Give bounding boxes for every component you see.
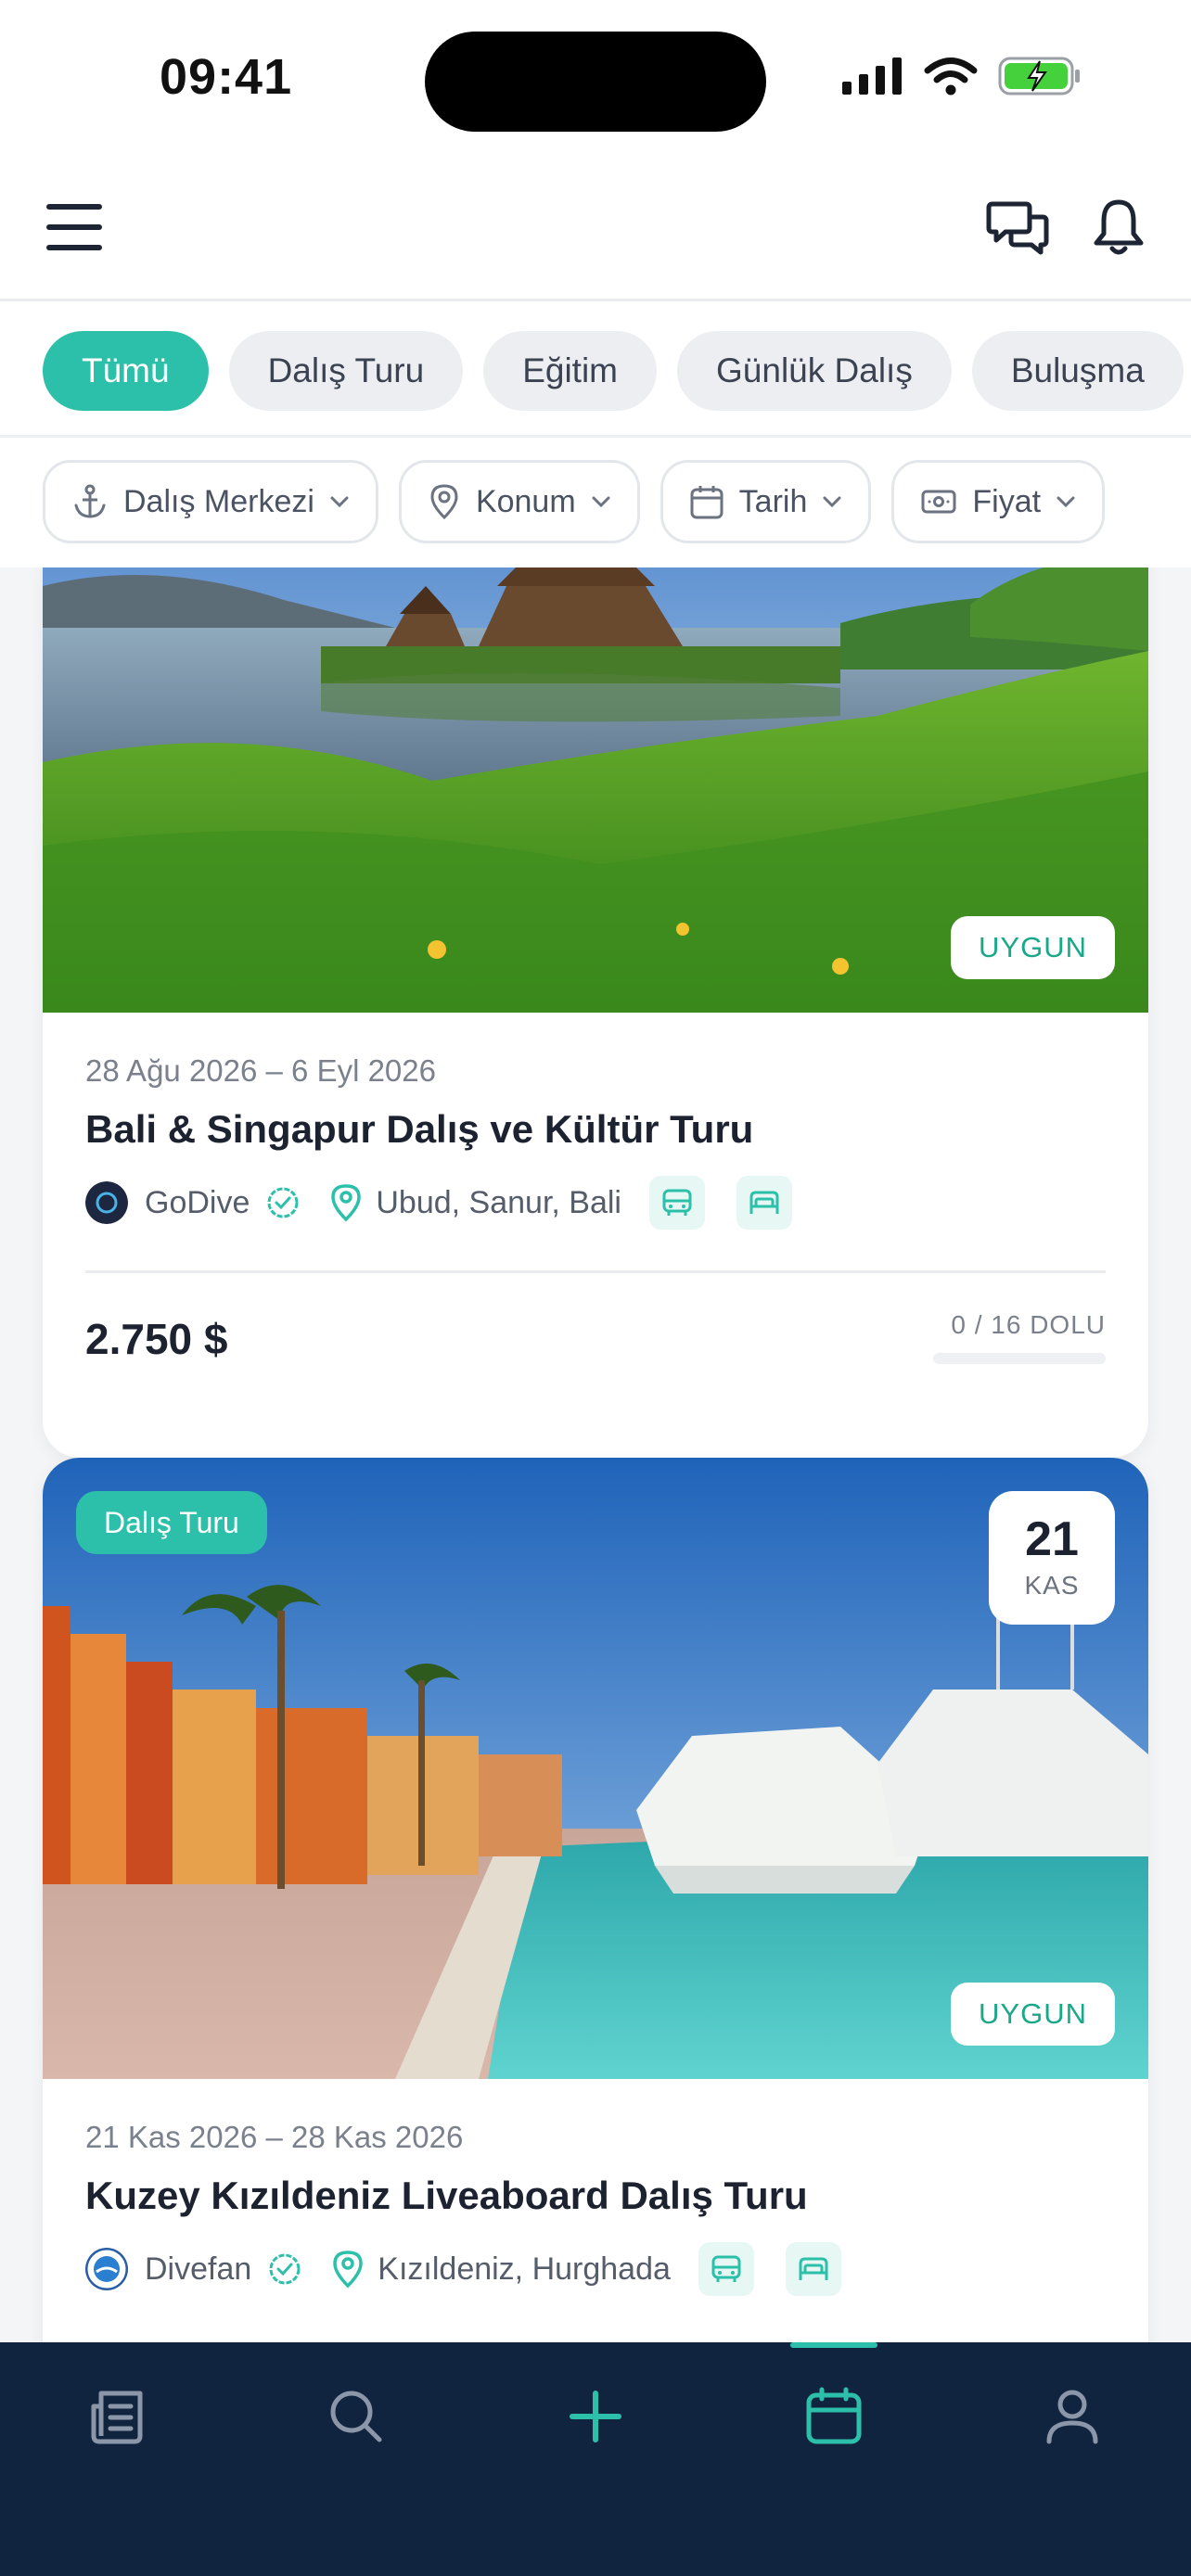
calendar-icon bbox=[806, 2387, 862, 2444]
app-header bbox=[0, 158, 1191, 301]
filter-date-label: Tarih bbox=[738, 483, 808, 519]
bed-icon bbox=[736, 1176, 792, 1230]
chevron-down-icon bbox=[330, 496, 349, 508]
calendar-icon bbox=[690, 486, 724, 519]
category-chips-row: Tümü Dalış Turu Eğitim Günlük Dalış Bulu… bbox=[0, 301, 1191, 438]
event-date-range: 21 Kas 2026 – 28 Kas 2026 bbox=[85, 2120, 464, 2154]
filter-location-label: Konum bbox=[475, 483, 576, 519]
event-location: Kızıldeniz, Hurghada bbox=[378, 2251, 671, 2287]
profile-icon bbox=[1046, 2390, 1098, 2444]
bed-icon bbox=[785, 2242, 841, 2296]
event-image: Dalış Turu 21 KAS UYGUN bbox=[43, 1458, 1148, 2079]
capacity-bar bbox=[933, 1353, 1106, 1364]
filter-price-label: Fiyat bbox=[972, 483, 1042, 519]
event-location: Ubud, Sanur, Bali bbox=[376, 1184, 621, 1220]
event-title: Bali & Singapur Dalış ve Kültür Turu bbox=[85, 1107, 754, 1151]
chevron-down-icon bbox=[823, 496, 841, 508]
nav-create[interactable] bbox=[477, 2342, 714, 2491]
chip-meetup[interactable]: Buluşma bbox=[971, 331, 1184, 411]
category-badge: Dalış Turu bbox=[76, 1491, 267, 1554]
organizer-name[interactable]: Divefan bbox=[145, 2251, 251, 2288]
chip-daily-dive[interactable]: Günlük Dalış bbox=[677, 331, 952, 411]
filter-date[interactable]: Tarih bbox=[660, 460, 872, 543]
wifi-icon bbox=[924, 57, 978, 96]
nav-search[interactable] bbox=[237, 2342, 475, 2491]
bus-icon bbox=[649, 1176, 705, 1230]
nav-profile[interactable] bbox=[954, 2342, 1191, 2491]
organizer-name[interactable]: GoDive bbox=[145, 1185, 250, 1221]
availability-badge: UYGUN bbox=[951, 1983, 1115, 2046]
status-time: 09:41 bbox=[160, 49, 293, 105]
chip-training[interactable]: Eğitim bbox=[483, 331, 658, 411]
event-card[interactable]: UYGUN 28 Ağu 2026 – 6 Eyl 2026 Bali & Si… bbox=[43, 567, 1148, 1458]
status-icons bbox=[842, 56, 1082, 96]
event-price: 2.750 $ bbox=[85, 1315, 228, 1363]
bell-icon[interactable] bbox=[1085, 195, 1152, 261]
location-pin-icon bbox=[430, 484, 458, 520]
bottom-nav bbox=[0, 2342, 1191, 2576]
location-pin-icon bbox=[333, 2251, 364, 2289]
plus-icon bbox=[570, 2391, 621, 2442]
start-date-box: 21 KAS bbox=[989, 1491, 1115, 1625]
dynamic-island bbox=[425, 32, 766, 132]
filter-dive-center[interactable]: Dalış Merkezi bbox=[43, 460, 378, 543]
capacity-text: 0 / 16 DOLU bbox=[951, 1310, 1106, 1339]
chat-bubbles-icon[interactable] bbox=[985, 195, 1052, 261]
event-date-range: 28 Ağu 2026 – 6 Eyl 2026 bbox=[85, 1053, 436, 1088]
event-image: UYGUN bbox=[43, 567, 1148, 1013]
availability-badge: UYGUN bbox=[951, 916, 1115, 979]
search-icon bbox=[330, 2391, 382, 2442]
filters-row: Dalış Merkezi Konum Tarih Fiyat bbox=[0, 438, 1191, 567]
anchor-icon bbox=[74, 484, 106, 518]
news-icon bbox=[91, 2391, 143, 2444]
status-bar: 09:41 bbox=[0, 0, 1191, 158]
verified-check-icon bbox=[267, 1187, 299, 1218]
chip-dive-tour[interactable]: Dalış Turu bbox=[228, 331, 464, 411]
chevron-down-icon bbox=[1057, 496, 1075, 508]
start-month: KAS bbox=[1024, 1571, 1080, 1600]
bus-icon bbox=[698, 2242, 754, 2296]
chip-all[interactable]: Tümü bbox=[43, 331, 209, 411]
filter-price[interactable]: Fiyat bbox=[891, 460, 1106, 543]
organizer-avatar[interactable] bbox=[85, 1181, 128, 1224]
event-card[interactable]: Dalış Turu 21 KAS UYGUN 21 Kas 2026 – 28… bbox=[43, 1458, 1148, 2342]
nav-news[interactable] bbox=[0, 2342, 237, 2491]
event-list: UYGUN 28 Ağu 2026 – 6 Eyl 2026 Bali & Si… bbox=[0, 567, 1191, 2342]
nav-events[interactable] bbox=[715, 2342, 953, 2491]
chevron-down-icon bbox=[592, 496, 610, 508]
organizer-avatar[interactable] bbox=[85, 2248, 128, 2290]
location-pin-icon bbox=[331, 1184, 362, 1222]
money-icon bbox=[921, 490, 956, 514]
battery-charging-icon bbox=[998, 57, 1080, 96]
filter-location[interactable]: Konum bbox=[398, 460, 640, 543]
cellular-signal-icon bbox=[842, 57, 902, 95]
start-day: 21 bbox=[1025, 1512, 1079, 1566]
event-title: Kuzey Kızıldeniz Liveaboard Dalış Turu bbox=[85, 2174, 808, 2217]
hamburger-menu-icon[interactable] bbox=[46, 204, 102, 254]
verified-check-icon bbox=[269, 2253, 301, 2285]
filter-dive-center-label: Dalış Merkezi bbox=[123, 483, 314, 519]
